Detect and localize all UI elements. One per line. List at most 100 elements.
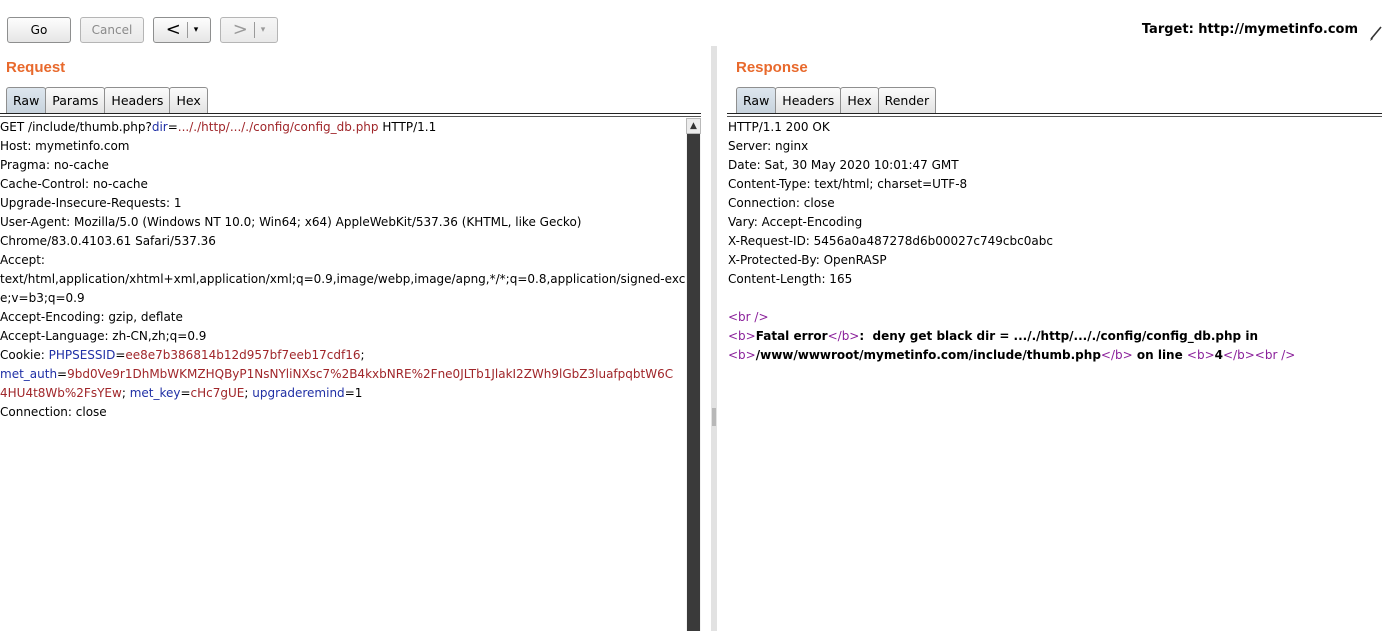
pane-splitter[interactable] <box>711 46 717 631</box>
response-text-segment: <b> <box>728 348 756 362</box>
response-tab-hex[interactable]: Hex <box>840 87 879 113</box>
request-text-segment: Cookie: <box>0 348 49 362</box>
request-tab-params[interactable]: Params <box>45 87 106 113</box>
request-line: Accept-Encoding: gzip, deflate <box>0 308 685 327</box>
request-line: 4HU4t8Wb%2FsYEw; met_key=cHc7gUE; upgrad… <box>0 384 685 403</box>
request-text-segment: Connection: close <box>0 405 107 419</box>
response-line: <b>Fatal error</b>: deny get black dir =… <box>728 327 1380 346</box>
request-tab-hex[interactable]: Hex <box>169 87 208 113</box>
response-text-segment: Content-Length: 165 <box>728 272 853 286</box>
button-divider <box>253 22 255 38</box>
request-text-segment: GET /include/thumb.php? <box>0 120 152 134</box>
splitter-grip[interactable] <box>712 408 716 426</box>
request-text-segment: = <box>57 367 68 381</box>
back-button[interactable]: < ▾ <box>153 17 211 43</box>
forward-dropdown-icon[interactable]: ▾ <box>261 25 266 35</box>
response-text-segment: Connection: close <box>728 196 835 210</box>
request-title: Request <box>6 59 66 76</box>
response-tabs: Raw Headers Hex Render <box>736 87 937 113</box>
response-text-segment: Fatal error <box>755 329 828 343</box>
response-tab-raw[interactable]: Raw <box>736 87 777 113</box>
request-text-segment: 4HU4t8Wb%2FsYEw <box>0 386 122 400</box>
request-line: Host: mymetinfo.com <box>0 137 685 156</box>
response-line: Content-Type: text/html; charset=UTF-8 <box>728 175 1380 194</box>
request-text-segment: e;v=b3;q=0.9 <box>0 291 85 305</box>
request-text-segment: = <box>115 348 126 362</box>
response-tab-divider <box>727 113 1382 117</box>
forward-button[interactable]: > ▾ <box>220 17 278 43</box>
cancel-button[interactable]: Cancel <box>80 17 144 43</box>
response-tab-render[interactable]: Render <box>877 87 937 113</box>
response-line: HTTP/1.1 200 OK <box>728 118 1380 137</box>
target-label: Target: http://mymetinfo.com <box>1141 22 1358 37</box>
response-line: Connection: close <box>728 194 1380 213</box>
request-text-segment: Chrome/83.0.4103.61 Safari/537.36 <box>0 234 216 248</box>
request-text-segment: Pragma: no-cache <box>0 158 109 172</box>
request-line: Accept-Language: zh-CN,zh;q=0.9 <box>0 327 685 346</box>
response-text-segment: <br /> <box>1254 348 1296 362</box>
request-text-segment: ; <box>360 348 365 362</box>
pencil-icon[interactable] <box>1369 22 1382 42</box>
request-tab-raw[interactable]: Raw <box>6 87 47 113</box>
request-scrollbar[interactable]: ▲ <box>686 118 701 631</box>
response-text-segment: Date: Sat, 30 May 2020 10:01:47 GMT <box>728 158 959 172</box>
response-text-segment: <br /> <box>728 310 769 324</box>
request-line: Cache-Control: no-cache <box>0 175 685 194</box>
request-text-segment: dir <box>151 120 168 134</box>
request-text-segment: ee8e7b386814b12d957bf7eeb17cdf16 <box>125 348 361 362</box>
request-text-segment: Accept-Encoding: gzip, deflate <box>0 310 183 324</box>
response-text-segment: HTTP/1.1 200 OK <box>728 120 830 134</box>
request-line: Upgrade-Insecure-Requests: 1 <box>0 194 685 213</box>
response-line <box>728 289 1380 308</box>
response-line: <b>/www/wwwroot/mymetinfo.com/include/th… <box>728 346 1380 365</box>
response-text-segment: : deny get black dir = ..././http/..././… <box>859 329 1258 343</box>
request-line: GET /include/thumb.php?dir=..././http/..… <box>0 118 685 137</box>
request-line: Chrome/83.0.4103.61 Safari/537.36 <box>0 232 685 251</box>
request-text-segment: = <box>167 120 178 134</box>
request-text-segment: ; <box>121 386 130 400</box>
response-line: X-Protected-By: OpenRASP <box>728 251 1380 270</box>
request-line: e;v=b3;q=0.9 <box>0 289 685 308</box>
response-line: Server: nginx <box>728 137 1380 156</box>
request-editor[interactable]: GET /include/thumb.php?dir=..././http/..… <box>0 118 685 631</box>
request-text-segment: Accept-Language: zh-CN,zh;q=0.9 <box>0 329 207 343</box>
response-text-segment: 4 <box>1214 348 1224 362</box>
response-text-segment: Server: nginx <box>728 139 809 153</box>
scroll-up-icon[interactable]: ▲ <box>686 118 701 134</box>
scrollbar-thumb[interactable] <box>687 134 700 631</box>
back-dropdown-icon[interactable]: ▾ <box>194 25 199 35</box>
response-text-segment: X-Protected-By: OpenRASP <box>728 253 887 267</box>
request-text-segment: met_key <box>129 386 181 400</box>
response-text-segment: on line <box>1132 348 1187 362</box>
forward-arrow-icon: > <box>232 19 248 40</box>
request-text-segment: HTTP/1.1 <box>378 120 437 134</box>
request-tab-headers[interactable]: Headers <box>104 87 171 113</box>
request-line: text/html,application/xhtml+xml,applicat… <box>0 270 685 289</box>
response-editor[interactable]: HTTP/1.1 200 OK Server: nginx Date: Sat, 3… <box>728 118 1380 631</box>
request-text-segment: met_auth <box>0 367 58 381</box>
request-tab-divider <box>0 113 701 117</box>
response-text-segment: Vary: Accept-Encoding <box>728 215 863 229</box>
request-text-segment: 9bd0Ve9r1DhMbWKMZHQByP1NsNYliNXsc7%2B4kx… <box>67 367 674 381</box>
response-line: X-Request-ID: 5456a0a487278d6b00027c749c… <box>728 232 1380 251</box>
response-text-segment: <b> <box>728 329 756 343</box>
response-text-segment: </b> <box>827 329 860 343</box>
request-text-segment: text/html,application/xhtml+xml,applicat… <box>0 272 685 286</box>
request-line: Connection: close <box>0 403 685 422</box>
request-line: User-Agent: Mozilla/5.0 (Windows NT 10.0… <box>0 213 685 232</box>
request-text-segment: PHPSESSID <box>48 348 116 362</box>
response-text-segment: <b> <box>1186 348 1215 362</box>
response-tab-headers[interactable]: Headers <box>775 87 842 113</box>
response-line: Vary: Accept-Encoding <box>728 213 1380 232</box>
go-button[interactable]: Go <box>7 17 71 43</box>
response-text-segment: </b> <box>1100 348 1133 362</box>
request-line: Pragma: no-cache <box>0 156 685 175</box>
response-line: <br /> <box>728 308 1380 327</box>
request-line: Cookie: PHPSESSID=ee8e7b386814b12d957bf7… <box>0 346 685 365</box>
request-line: met_auth=9bd0Ve9r1DhMbWKMZHQByP1NsNYliNX… <box>0 365 685 384</box>
response-text-segment: Content-Type: text/html; charset=UTF-8 <box>728 177 968 191</box>
request-text-segment: = <box>180 386 191 400</box>
request-text-segment: cHc7gUE <box>190 386 245 400</box>
request-text-segment: Cache-Control: no-cache <box>0 177 148 191</box>
request-text-segment: =1 <box>344 386 363 400</box>
